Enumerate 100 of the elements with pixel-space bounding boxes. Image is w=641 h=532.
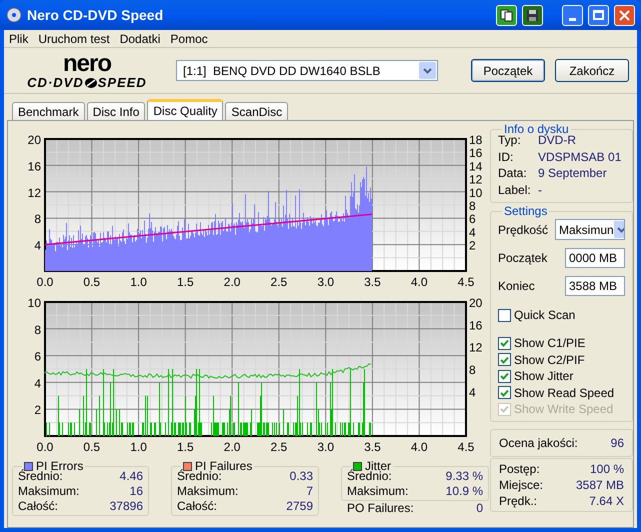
- axis-label: 1.0: [130, 275, 147, 289]
- axis-label: 0.5: [83, 440, 100, 454]
- stat-value: 0.33: [290, 469, 313, 484]
- axis-label: 14: [469, 159, 482, 174]
- axis-label: 2: [469, 238, 476, 253]
- axis-label: 6: [469, 212, 476, 226]
- axis-label: 12: [28, 186, 41, 200]
- axis-label: 16: [28, 159, 41, 174]
- axis-label: 4.5: [458, 440, 474, 454]
- stat-value: 9.33 %: [446, 469, 483, 484]
- checkbox-label: Show C1/PIE: [514, 335, 586, 352]
- minimize-button[interactable]: [562, 4, 583, 26]
- info-value: VDSPMSAB 01: [538, 148, 622, 165]
- input-field[interactable]: 3588 MB: [565, 276, 625, 296]
- axis-label: 16: [469, 318, 482, 332]
- checkbox[interactable]: [498, 386, 511, 400]
- axis-label: 12: [469, 340, 482, 355]
- toolbar-button[interactable]: Początek: [471, 59, 545, 82]
- axis-label: 8: [469, 199, 476, 213]
- axis-label: 4.0: [410, 275, 428, 289]
- axis-label: 12: [469, 172, 482, 187]
- checkbox[interactable]: [498, 353, 511, 366]
- stat-value: 0: [476, 501, 483, 516]
- disc-icon: [6, 7, 22, 23]
- quality-value: 96: [610, 434, 624, 452]
- checkbox-label: Show Read Speed: [514, 384, 614, 402]
- close-icon: [619, 10, 630, 20]
- checkbox-label: Show C2/PIF: [514, 352, 585, 369]
- menu-item[interactable]: Uruchom test: [38, 30, 110, 48]
- info-value: -: [538, 182, 542, 198]
- axis-label: 1.5: [177, 275, 194, 289]
- input-field[interactable]: 0000 MB: [565, 248, 625, 268]
- axis-label: 2.0: [224, 275, 240, 289]
- axis-label: 4.5: [458, 275, 474, 289]
- progress-value: 7.64 X: [589, 492, 624, 508]
- axis-label: 4: [469, 385, 476, 400]
- progress-label: Prędk.:: [499, 492, 538, 508]
- info-label: ID:: [498, 148, 514, 165]
- stat-label: Średnio:: [177, 469, 222, 484]
- axis-label: 0.0: [36, 275, 54, 289]
- stat-value: 7: [306, 484, 313, 499]
- progress-value: 100 %: [590, 460, 624, 476]
- stat-value: 10.9 %: [446, 484, 483, 499]
- axis-label: 0.0: [36, 440, 54, 454]
- progress-value: 3587 MB: [576, 476, 624, 492]
- stat-label: Maksimum:: [177, 484, 238, 499]
- axis-label: 4: [34, 238, 41, 253]
- axis-label: 3.5: [364, 440, 381, 454]
- axis-label: 2.0: [224, 440, 240, 454]
- menu-item[interactable]: Dodatki: [120, 30, 160, 48]
- axis-label: 1.5: [177, 440, 194, 454]
- quality-label: Ocena jakości:: [499, 434, 578, 452]
- drive-dropdown[interactable]: [1:1] BENQ DVD DD DW1640 BSLB: [176, 60, 438, 81]
- tab[interactable]: ScanDisc: [225, 102, 288, 120]
- axis-label: 20: [28, 133, 41, 147]
- checkbox[interactable]: [498, 336, 511, 350]
- axis-label: 4.0: [410, 440, 428, 454]
- axis-label: 10: [28, 296, 41, 310]
- group-title: Info o dysku: [504, 122, 569, 136]
- axis-label: 3.0: [317, 275, 334, 289]
- save-button[interactable]: [522, 4, 543, 26]
- progress-label: Postęp:: [499, 460, 540, 476]
- field-label: Prędkość: [498, 222, 548, 238]
- copy-button[interactable]: [496, 4, 517, 26]
- stat-label: Średnio:: [347, 469, 392, 484]
- info-label: Data:: [498, 165, 528, 182]
- stat-value: 4.46: [120, 469, 143, 484]
- checkbox[interactable]: [498, 370, 511, 383]
- axis-label: 20: [469, 296, 482, 310]
- axis-label: 1.0: [130, 440, 147, 454]
- stat-value: 37896: [110, 499, 143, 514]
- toolbar-button[interactable]: Zakończ: [555, 59, 629, 82]
- tab[interactable]: Disc Info: [86, 102, 146, 120]
- logo: nero CD·DVD SPEED: [26, 52, 148, 89]
- speed-dropdown[interactable]: Maksimun: [555, 219, 625, 240]
- chevron-down-icon: [616, 226, 624, 232]
- maximize-button[interactable]: [588, 4, 609, 26]
- tab[interactable]: Benchmark: [12, 102, 85, 120]
- info-value: 9 September: [538, 165, 607, 182]
- tab[interactable]: Disc Quality: [147, 99, 224, 120]
- stat-label: Średnio:: [18, 469, 63, 484]
- axis-label: 6: [34, 350, 41, 364]
- checkbox[interactable]: [498, 308, 511, 322]
- stat-label: Całość:: [177, 499, 218, 514]
- axis-label: 2.5: [270, 440, 288, 454]
- info-label: Typ:: [498, 133, 521, 148]
- stat-label: Maksimum:: [347, 484, 408, 499]
- axis-label: 8: [34, 212, 41, 226]
- group-title: Settings: [504, 204, 548, 218]
- axis-label: 16: [469, 146, 482, 160]
- field-label: Początek: [498, 250, 548, 267]
- checkbox-label: Quick Scan: [514, 307, 576, 324]
- axis-label: 3.5: [364, 275, 381, 289]
- close-button[interactable]: [614, 4, 635, 26]
- axis-label: 3.0: [317, 440, 334, 454]
- stat-label: PO Failures:: [347, 501, 414, 516]
- chevron-down-icon: [423, 68, 432, 74]
- menu-item[interactable]: Plik: [9, 30, 28, 48]
- stat-value: 2759: [286, 499, 313, 514]
- menu-item[interactable]: Pomoc: [170, 30, 208, 48]
